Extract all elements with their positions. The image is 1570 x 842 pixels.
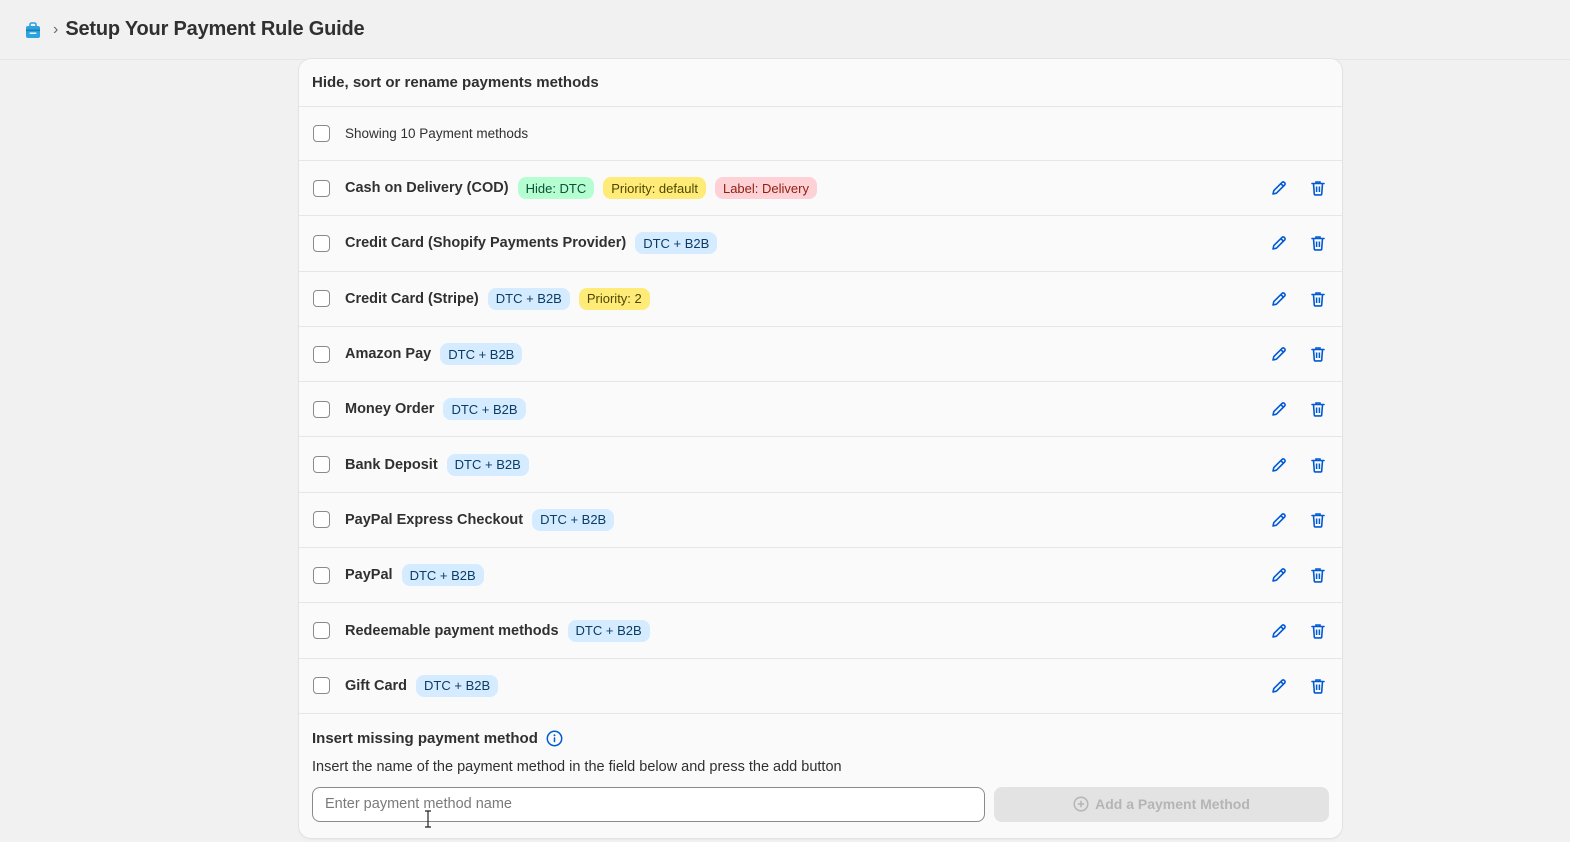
select-all-row: Showing 10 Payment methods — [299, 107, 1342, 161]
payment-method-list: Cash on Delivery (COD) Hide: DTC Priority:… — [299, 161, 1342, 714]
payment-method-row: Credit Card (Stripe) DTC + B2B Priority: 2 — [299, 272, 1342, 327]
payment-method-row: Bank Deposit DTC + B2B — [299, 437, 1342, 493]
row-checkbox[interactable] — [313, 511, 330, 529]
row-checkbox[interactable] — [313, 290, 330, 308]
shopping-bag-icon[interactable] — [24, 21, 42, 39]
row-actions — [1269, 493, 1328, 547]
rule-badge: Priority: default — [603, 177, 706, 200]
row-checkbox[interactable] — [313, 566, 330, 584]
trash-icon[interactable] — [1308, 455, 1328, 475]
payment-method-name: PayPal Express Checkout — [345, 511, 524, 528]
trash-icon[interactable] — [1308, 344, 1328, 364]
pencil-icon[interactable] — [1269, 289, 1289, 309]
payment-method-row: PayPal Express Checkout DTC + B2B — [299, 493, 1342, 549]
row-actions — [1269, 603, 1328, 657]
payment-method-row: Amazon Pay DTC + B2B — [299, 327, 1342, 383]
payment-method-row: PayPal DTC + B2B — [299, 548, 1342, 604]
payment-method-row: Money Order DTC + B2B — [299, 382, 1342, 438]
summary-text: Showing 10 Payment methods — [345, 126, 529, 141]
pencil-icon[interactable] — [1269, 676, 1289, 696]
row-checkbox[interactable] — [313, 677, 330, 695]
row-actions — [1269, 437, 1328, 491]
pencil-icon[interactable] — [1269, 344, 1289, 364]
row-actions — [1269, 161, 1328, 215]
payment-methods-card: Hide, sort or rename payments methods Sh… — [299, 59, 1342, 838]
payment-method-row: Redeemable payment methods DTC + B2B — [299, 603, 1342, 659]
row-actions — [1269, 216, 1328, 270]
payment-method-name: Credit Card (Stripe) — [345, 290, 479, 307]
rule-badge: DTC + B2B — [416, 674, 499, 697]
trash-icon[interactable] — [1308, 676, 1328, 696]
page-title: Setup Your Payment Rule Guide — [65, 18, 365, 40]
add-button-label: Add a Payment Method — [1095, 796, 1250, 813]
payment-method-row: Gift Card DTC + B2B — [299, 659, 1342, 714]
rule-badge: DTC + B2B — [567, 619, 650, 642]
payment-method-name: Redeemable payment methods — [345, 622, 559, 639]
trash-icon[interactable] — [1308, 565, 1328, 585]
trash-icon[interactable] — [1308, 178, 1328, 198]
pencil-icon[interactable] — [1269, 621, 1289, 641]
rule-badge: Hide: DTC — [517, 177, 595, 200]
rule-badge: DTC + B2B — [401, 564, 484, 587]
insert-help-text: Insert the name of the payment method in… — [312, 758, 842, 775]
trash-icon[interactable] — [1308, 621, 1328, 641]
pencil-icon[interactable] — [1269, 178, 1289, 198]
row-checkbox[interactable] — [313, 456, 330, 474]
payment-method-name-input[interactable] — [312, 786, 985, 822]
card-title: Hide, sort or rename payments methods — [299, 59, 1342, 107]
row-actions — [1269, 327, 1328, 381]
payment-method-name: Cash on Delivery (COD) — [345, 180, 509, 197]
row-checkbox[interactable] — [313, 345, 330, 363]
pencil-icon[interactable] — [1269, 233, 1289, 253]
payment-method-name: Amazon Pay — [345, 346, 432, 363]
trash-icon[interactable] — [1308, 399, 1328, 419]
payment-method-name: Gift Card — [345, 677, 408, 694]
row-checkbox[interactable] — [313, 622, 330, 640]
info-icon[interactable] — [546, 730, 563, 747]
rule-badge: DTC + B2B — [635, 232, 718, 255]
text-cursor-icon — [425, 810, 431, 828]
rule-badge: Label: Delivery — [714, 177, 817, 200]
insert-title: Insert missing payment method — [312, 729, 538, 747]
rule-badge: DTC + B2B — [446, 453, 529, 476]
rule-badge: DTC + B2B — [443, 398, 526, 421]
add-payment-method-button[interactable]: Add a Payment Method — [994, 786, 1329, 822]
payment-method-name: PayPal — [345, 567, 393, 584]
payment-method-row: Cash on Delivery (COD) Hide: DTC Priority:… — [299, 161, 1342, 217]
pencil-icon[interactable] — [1269, 565, 1289, 585]
row-checkbox[interactable] — [313, 234, 330, 252]
row-actions — [1269, 272, 1328, 326]
payment-method-row: Credit Card (Shopify Payments Provider) D… — [299, 216, 1342, 272]
breadcrumb-separator: › — [53, 20, 59, 38]
rule-badge: Priority: 2 — [578, 287, 650, 310]
insert-section: Insert missing payment method Insert the… — [299, 714, 1342, 822]
trash-icon[interactable] — [1308, 233, 1328, 253]
trash-icon[interactable] — [1308, 289, 1328, 309]
payment-method-name: Bank Deposit — [345, 456, 438, 473]
pencil-icon[interactable] — [1269, 510, 1289, 530]
pencil-icon[interactable] — [1269, 455, 1289, 475]
trash-icon[interactable] — [1308, 510, 1328, 530]
payment-method-name: Money Order — [345, 401, 435, 418]
rule-badge: DTC + B2B — [487, 287, 570, 310]
plus-circle-icon — [1073, 796, 1089, 813]
rule-badge: DTC + B2B — [532, 508, 615, 531]
top-bar: › Setup Your Payment Rule Guide — [0, 0, 1570, 60]
select-all-checkbox[interactable] — [313, 125, 330, 142]
row-actions — [1269, 659, 1328, 713]
row-actions — [1269, 548, 1328, 602]
payment-method-name: Credit Card (Shopify Payments Provider) — [345, 235, 627, 252]
row-actions — [1269, 382, 1328, 436]
row-checkbox[interactable] — [313, 179, 330, 197]
row-checkbox[interactable] — [313, 400, 330, 418]
rule-badge: DTC + B2B — [440, 343, 523, 366]
pencil-icon[interactable] — [1269, 399, 1289, 419]
